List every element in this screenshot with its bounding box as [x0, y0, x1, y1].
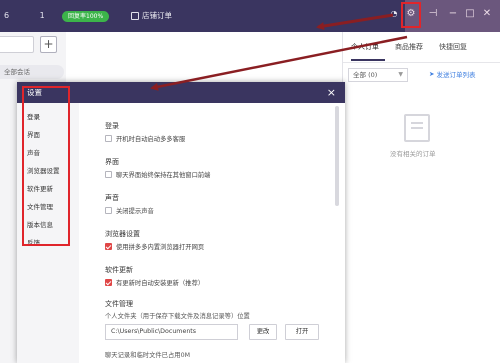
mute-label: 关闭提示声音: [116, 208, 154, 215]
close-icon[interactable]: ✕: [480, 7, 494, 21]
always-on-top-label: 聊天界面始终保持在其他窗口前端: [116, 172, 211, 179]
mute-checkbox[interactable]: [105, 207, 112, 214]
section-files-title: 文件管理: [105, 300, 133, 308]
section-update-title: 软件更新: [105, 266, 133, 274]
files-description: 个人文件夹（用于保存下载文件及消息记录等）位置: [105, 313, 250, 320]
active-tab-underline: [351, 59, 385, 61]
always-on-top-checkbox[interactable]: [105, 171, 112, 178]
auto-start-checkbox[interactable]: [105, 135, 112, 142]
empty-orders-icon: [404, 114, 430, 142]
auto-start-label: 开机时自动启动多多客服: [116, 136, 186, 143]
search-input[interactable]: [0, 36, 34, 53]
account-name: 6 1: [4, 11, 45, 20]
tab-product-recommend[interactable]: 商品推荐: [395, 42, 439, 52]
section-browser-title: 浏览器设置: [105, 230, 140, 238]
option-auto-start[interactable]: 开机时自动启动多多客服: [105, 134, 185, 143]
store-orders-button[interactable]: 店铺订单: [131, 10, 172, 21]
option-builtin-browser[interactable]: 使用拼多多内置浏览器打开网页: [105, 242, 204, 251]
settings-content: 登录 开机时自动启动多多客服 界面 聊天界面始终保持在其他窗口前端 声音 关闭提…: [79, 103, 345, 363]
builtin-browser-label: 使用拼多多内置浏览器打开网页: [116, 244, 205, 251]
maximize-icon[interactable]: □: [463, 7, 477, 21]
change-folder-button[interactable]: 更改: [249, 324, 277, 340]
store-orders-label: 店铺订单: [142, 11, 172, 20]
gear-highlight-box: [401, 2, 421, 28]
auto-update-label: 有更新时自动安装更新（推荐）: [116, 280, 205, 287]
send-order-list-label: 发送订单列表: [436, 71, 476, 79]
section-login-title: 登录: [105, 122, 119, 130]
storage-usage-text: 聊天记录和临时文件已占用0M: [105, 352, 191, 359]
open-folder-button[interactable]: 打开: [285, 324, 319, 340]
reply-rate-badge: 回复率100%: [62, 11, 110, 22]
section-sound-title: 声音: [105, 194, 119, 202]
nav-highlight-box: [22, 86, 70, 246]
option-always-on-top[interactable]: 聊天界面始终保持在其他窗口前端: [105, 170, 210, 179]
minimize-icon[interactable]: −: [446, 7, 460, 21]
auto-update-checkbox[interactable]: [105, 279, 112, 286]
option-auto-update[interactable]: 有更新时自动安装更新（推荐）: [105, 278, 204, 287]
chevron-down-icon: ▼: [398, 71, 403, 78]
builtin-browser-checkbox[interactable]: [105, 243, 112, 250]
tab-personal-orders[interactable]: 个人订单: [351, 42, 395, 52]
send-order-list-link[interactable]: ➤ 发送订单列表: [429, 69, 475, 79]
send-icon: ➤: [429, 70, 435, 78]
store-orders-icon: [131, 11, 139, 20]
option-mute[interactable]: 关闭提示声音: [105, 206, 154, 215]
dialog-close-icon[interactable]: ×: [327, 82, 336, 103]
right-panel: 个人订单 商品推荐 快捷回复 全部 (0) ▼ ➤ 发送订单列表 没有相关的订单: [342, 32, 500, 363]
settings-scrollbar[interactable]: [335, 106, 339, 206]
tabs-divider: [343, 62, 500, 63]
tab-quick-reply[interactable]: 快捷回复: [439, 42, 483, 52]
empty-orders-text: 没有相关的订单: [390, 150, 436, 158]
order-filter-select[interactable]: 全部 (0) ▼: [348, 68, 408, 82]
add-button[interactable]: +: [40, 36, 57, 53]
section-ui-title: 界面: [105, 158, 119, 166]
folder-path-field[interactable]: C:\Users\Public\Documents: [105, 324, 238, 340]
settings-dialog: 设置 × 登录 界面 声音 浏览器设置 软件更新 文件管理 版本信息 反馈 登录…: [17, 82, 345, 363]
pin-icon[interactable]: ⊣: [426, 7, 440, 21]
order-filter-value: 全部 (0): [353, 71, 378, 79]
all-sessions-tab[interactable]: 全部会话: [0, 65, 64, 79]
right-panel-tabs: 个人订单 商品推荐 快捷回复: [351, 42, 483, 52]
title-bar: 6 1 回复率100% 店铺订单 ◔ ⚙ ⊣ − □ ✕: [0, 0, 500, 32]
settings-status-icon[interactable]: ◔: [387, 7, 401, 21]
